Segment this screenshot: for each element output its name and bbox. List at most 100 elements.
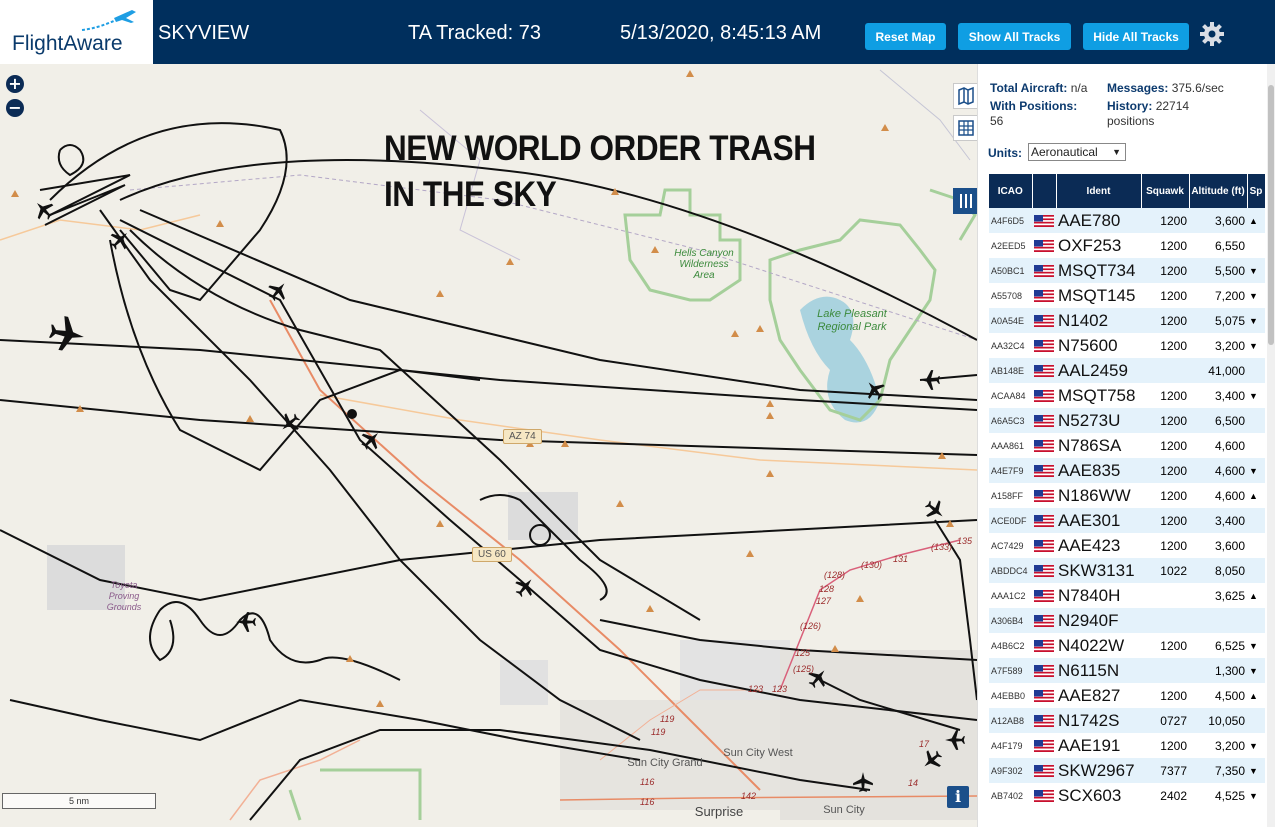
airplane-icon[interactable] [29, 195, 59, 225]
col-squawk[interactable]: Squawk [1141, 174, 1190, 208]
reset-map-button[interactable]: Reset Map [865, 23, 946, 50]
airplane-icon[interactable] [47, 314, 87, 354]
icao-cell: A0A54E [989, 308, 1032, 333]
table-row[interactable]: A55708 MSQT145 1200 7,200 ▼ [989, 283, 1265, 308]
trend-cell: ▼ [1247, 658, 1265, 683]
columns-icon [960, 194, 972, 208]
table-row[interactable]: A6A5C3 N5273U 1200 6,500 [989, 408, 1265, 433]
table-row[interactable]: A9F302 SKW2967 7377 7,350 ▼ [989, 758, 1265, 783]
map-layer-icon [958, 86, 974, 106]
icao-cell: A4E7F9 [989, 458, 1032, 483]
altitude-value: 4,600 [1214, 488, 1245, 503]
flag-cell [1032, 433, 1056, 458]
table-row[interactable]: AA32C4 N75600 1200 3,200 ▼ [989, 333, 1265, 358]
squawk-cell: 1200 [1141, 333, 1189, 358]
col-speed[interactable]: Sp [1247, 174, 1266, 208]
airplane-icon[interactable] [276, 409, 304, 437]
altitude-value: 5,500 [1214, 263, 1245, 278]
grid-button[interactable] [953, 115, 977, 141]
flag-cell [1032, 608, 1056, 633]
table-row[interactable]: AAA861 N786SA 1200 4,600 [989, 433, 1265, 458]
airplane-icon[interactable] [264, 277, 292, 305]
label-sun-city-grand: Sun City Grand [627, 757, 703, 769]
squawk-cell: 1200 [1141, 483, 1189, 508]
map-canvas[interactable]: + − NEW WORLD ORDER TRASH IN THE SKY Hel… [0, 64, 977, 827]
zoom-in-button[interactable]: + [6, 75, 24, 93]
gear-icon[interactable] [1198, 20, 1226, 48]
trend-cell: ▼ [1247, 458, 1265, 483]
squawk-cell: 1200 [1141, 508, 1189, 533]
flag-cell [1032, 358, 1056, 383]
col-flag[interactable] [1032, 174, 1057, 208]
airplane-icon[interactable] [356, 425, 386, 455]
table-row[interactable]: AAA1C2 N7840H 3,625 ▲ [989, 583, 1265, 608]
table-row[interactable]: A306B4 N2940F [989, 608, 1265, 633]
road-number: 116 [640, 777, 655, 787]
us-flag-icon [1034, 640, 1054, 653]
table-row[interactable]: A4F179 AAE191 1200 3,200 ▼ [989, 733, 1265, 758]
icao-cell: A50BC1 [989, 258, 1032, 283]
table-row[interactable]: A4E7F9 AAE835 1200 4,600 ▼ [989, 458, 1265, 483]
table-row[interactable]: AB7402 SCX603 2402 4,525 ▼ [989, 783, 1265, 808]
aircraft-table: ICAO Ident Squawk Altitude (ft) Sp A4F6D… [989, 174, 1266, 808]
table-row[interactable]: A4B6C2 N4022W 1200 6,525 ▼ [989, 633, 1265, 658]
altitude-value: 6,500 [1214, 413, 1245, 428]
table-row[interactable]: A7F589 N6115N 1,300 ▼ [989, 658, 1265, 683]
airplane-icon[interactable] [861, 376, 889, 404]
table-row[interactable]: A158FF N186WW 1200 4,600 ▲ [989, 483, 1265, 508]
overlay-line-2: IN THE SKY [384, 175, 557, 214]
altitude-cell: 6,550 [1189, 233, 1247, 258]
table-row[interactable]: ABDDC4 SKW3131 1022 8,050 [989, 558, 1265, 583]
airplane-icon[interactable] [921, 496, 949, 524]
info-button[interactable]: i [947, 786, 969, 808]
table-row[interactable]: A50BC1 MSQT734 1200 5,500 ▼ [989, 258, 1265, 283]
airplane-icon[interactable] [853, 772, 873, 792]
table-row[interactable]: A4EBB0 AAE827 1200 4,500 ▲ [989, 683, 1265, 708]
columns-button[interactable] [953, 188, 977, 214]
zoom-out-button[interactable]: − [6, 99, 24, 117]
table-row[interactable]: A4F6D5 AAE780 1200 3,600 ▲ [989, 208, 1265, 233]
ident-cell: OXF253 [1056, 233, 1141, 258]
map-layer-button[interactable] [953, 83, 977, 109]
units-select[interactable]: Aeronautical ▼ [1028, 143, 1126, 161]
col-icao[interactable]: ICAO [989, 174, 1033, 208]
show-all-tracks-button[interactable]: Show All Tracks [958, 23, 1071, 50]
altitude-cell: 3,400 [1189, 383, 1247, 408]
messages-label: Messages: [1107, 81, 1169, 95]
icao-cell: AAA861 [989, 433, 1032, 458]
table-row[interactable]: ACE0DF AAE301 1200 3,400 [989, 508, 1265, 533]
table-row[interactable]: AB148E AAL2459 41,000 [989, 358, 1265, 383]
col-altitude[interactable]: Altitude (ft) [1189, 174, 1248, 208]
table-row[interactable]: AC7429 AAE423 1200 3,600 [989, 533, 1265, 558]
trend-cell [1247, 533, 1265, 558]
altitude-cell: 10,050 [1189, 708, 1247, 733]
altitude-value: 3,625 [1214, 588, 1245, 603]
altitude-value: 3,200 [1214, 738, 1245, 753]
col-ident[interactable]: Ident [1056, 174, 1142, 208]
table-row[interactable]: A0A54E N1402 1200 5,075 ▼ [989, 308, 1265, 333]
label-toyota: Toyota Proving Grounds [106, 580, 142, 612]
airplane-icon[interactable] [918, 746, 946, 774]
squawk-cell: 1200 [1141, 258, 1189, 283]
us-flag-icon [1034, 515, 1054, 528]
table-row[interactable]: A2EED5 OXF253 1200 6,550 [989, 233, 1265, 258]
ident-cell: AAE191 [1056, 733, 1141, 758]
table-row[interactable]: A12AB8 N1742S 0727 10,050 [989, 708, 1265, 733]
airplane-icon[interactable] [105, 225, 135, 255]
flightaware-logo[interactable]: FlightAware [0, 0, 153, 64]
airplane-icon[interactable] [945, 730, 965, 750]
trend-cell: ▲ [1247, 208, 1265, 233]
hide-all-tracks-button[interactable]: Hide All Tracks [1083, 23, 1189, 50]
altitude-cell: 3,625 [1189, 583, 1247, 608]
table-row[interactable]: ACAA84 MSQT758 1200 3,400 ▼ [989, 383, 1265, 408]
airplane-icon[interactable] [236, 612, 256, 632]
airplane-icon[interactable] [920, 370, 940, 390]
ident-cell: MSQT758 [1056, 383, 1141, 408]
flag-cell [1032, 758, 1056, 783]
icao-cell: A158FF [989, 483, 1032, 508]
trend-cell: ▼ [1247, 633, 1265, 658]
us-flag-icon [1034, 615, 1054, 628]
ident-cell: N1742S [1056, 708, 1141, 733]
airplane-icon[interactable] [511, 573, 539, 601]
scrollbar-thumb[interactable] [1268, 85, 1274, 345]
